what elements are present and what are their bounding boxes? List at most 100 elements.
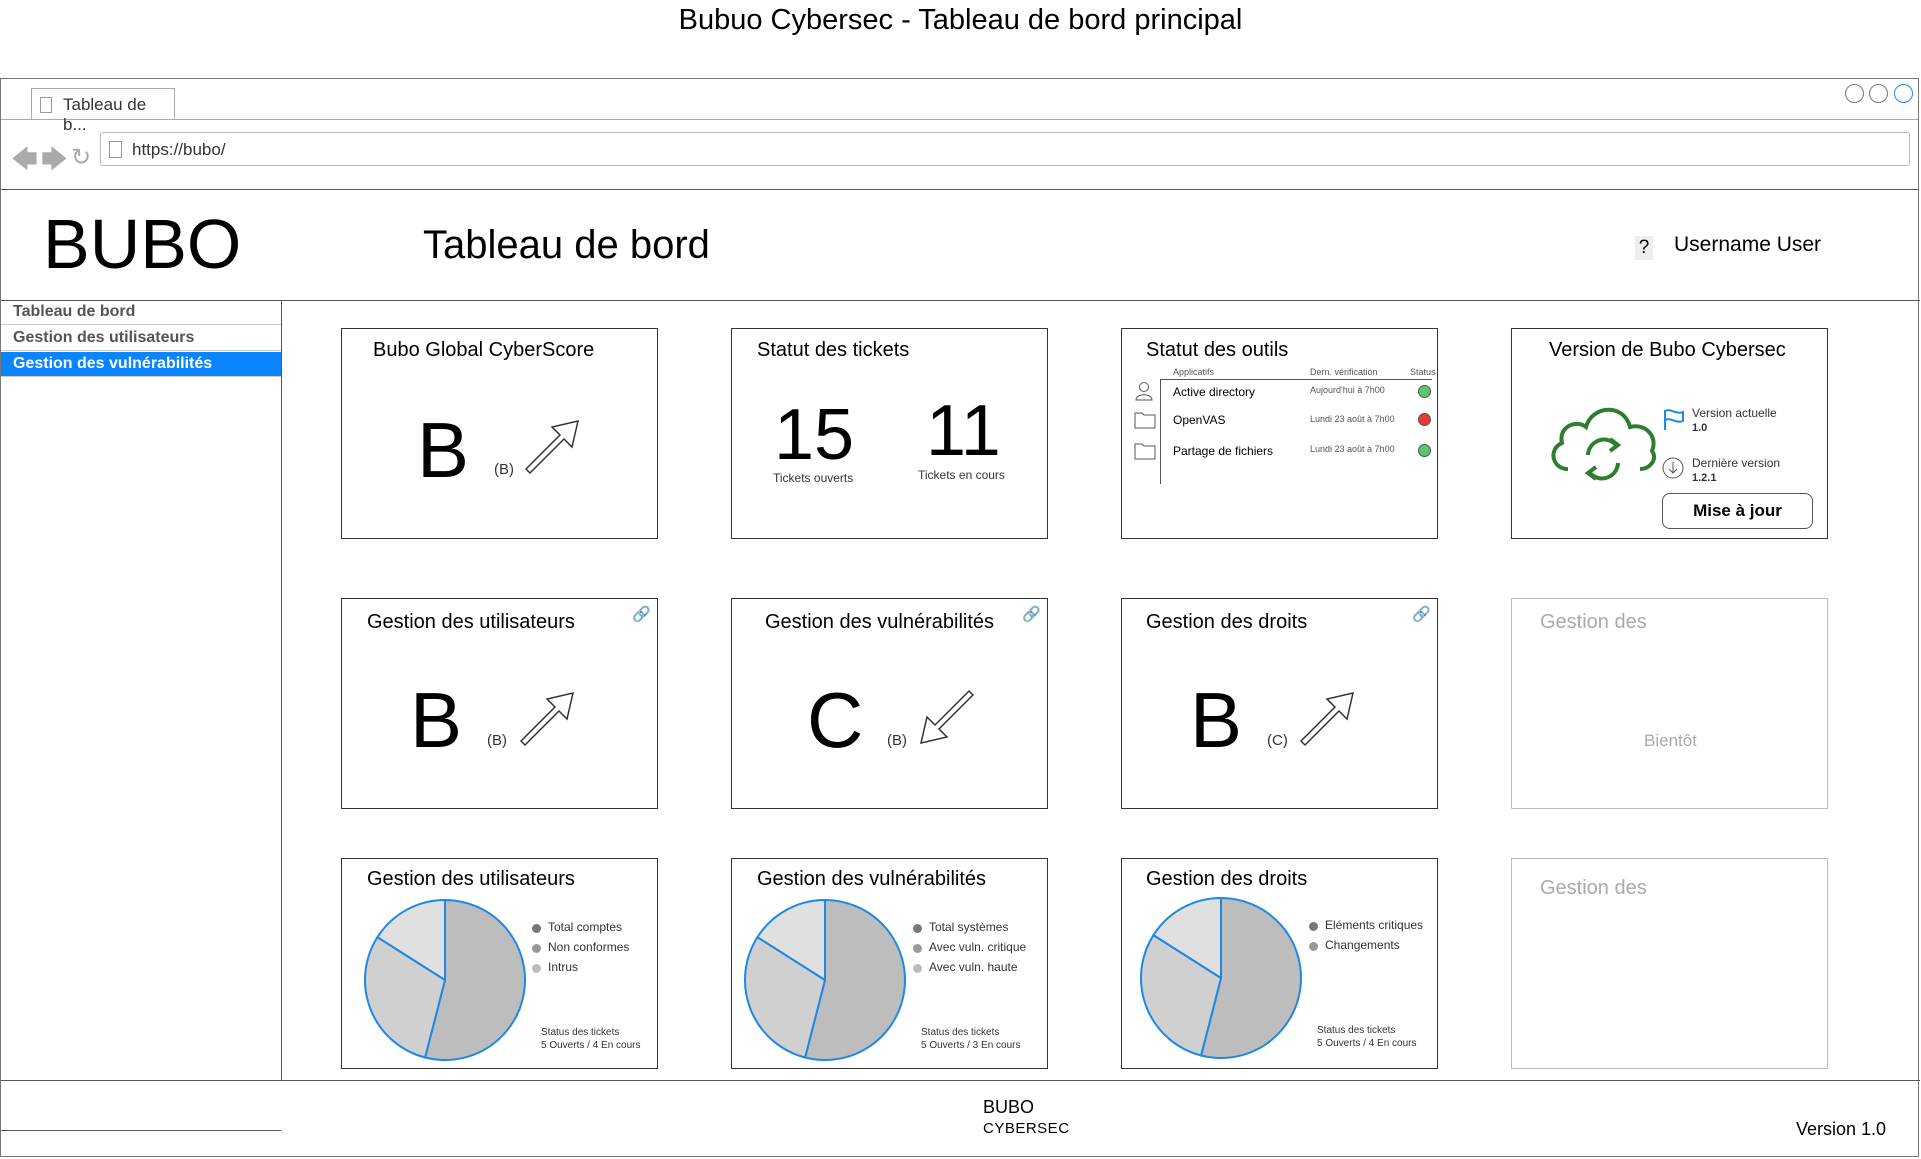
- ticket-status-value: 5 Ouverts / 4 En cours: [541, 1040, 641, 1051]
- folder-icon: [1134, 412, 1156, 429]
- current-version-label: Version actuelle: [1692, 406, 1777, 420]
- inprogress-tickets-count: 11: [926, 391, 1001, 471]
- header-title: Tableau de bord: [423, 223, 710, 267]
- footer-logo-bottom: CYBERSEC: [983, 1120, 1070, 1137]
- footer: BUBO CYBERSEC Version 1.0: [1, 1080, 1920, 1159]
- ticket-status-value: 5 Ouverts / 3 En cours: [921, 1040, 1021, 1051]
- ticket-status-label: Status des tickets: [921, 1027, 1000, 1038]
- ticket-status-label: Status des tickets: [1317, 1025, 1396, 1036]
- legend-dot: [532, 964, 541, 973]
- previous-grade: (B): [887, 732, 907, 749]
- card-title: Gestion des: [1540, 877, 1647, 899]
- card-title: Version de Bubo Cybersec: [1549, 339, 1786, 361]
- legend-dot: [913, 924, 922, 933]
- flag-icon: [1664, 409, 1684, 430]
- card-title: Statut des outils: [1146, 339, 1289, 361]
- legend-dot: [1309, 942, 1318, 951]
- reload-icon[interactable]: ↻: [71, 143, 91, 172]
- vulns-score-card[interactable]: Gestion des vulnérabilités 🔗 C (B): [731, 598, 1048, 809]
- table-divider: [1160, 379, 1432, 380]
- legend-dot: [532, 924, 541, 933]
- open-tickets-label: Tickets ouverts: [773, 471, 854, 485]
- download-icon: [1662, 457, 1684, 479]
- footer-logo-top: BUBO: [983, 1097, 1035, 1117]
- status-ok-icon: [1418, 444, 1431, 457]
- column-header: Dern. vérification: [1310, 367, 1378, 377]
- legend-label: Total comptes: [548, 920, 623, 934]
- page-icon: [109, 141, 122, 158]
- card-title: Gestion des vulnérabilités: [757, 868, 987, 890]
- rights-pie-chart: [1140, 896, 1302, 1059]
- back-icon[interactable]: 🡄: [11, 141, 38, 185]
- maximize-icon[interactable]: [1869, 84, 1888, 103]
- url-field[interactable]: https://bubo/: [100, 132, 1910, 166]
- logo: BUBO: [43, 205, 242, 283]
- rights-pie-card[interactable]: Gestion des droits Eléments critiques Ch…: [1121, 858, 1438, 1069]
- footer-version: Version 1.0: [1796, 1119, 1887, 1139]
- grade: B: [410, 676, 463, 764]
- tool-last-check: Lundi 23 août à 7h00: [1310, 444, 1395, 454]
- card-title: Gestion des utilisateurs: [367, 868, 575, 890]
- page-icon: [40, 97, 52, 113]
- legend-label: Non conformes: [548, 940, 630, 954]
- current-version-value: 1.0: [1692, 422, 1708, 434]
- browser-tab[interactable]: Tableau de b...: [31, 88, 175, 134]
- close-icon[interactable]: [1894, 84, 1913, 103]
- column-header: Applicatifs: [1173, 367, 1215, 377]
- vulns-pie-chart: [744, 898, 906, 1061]
- card-title: Bubo Global CyberScore: [373, 339, 595, 361]
- sidebar: Tableau de bord Gestion des utilisateurs…: [1, 300, 282, 1131]
- cyberscore-card[interactable]: Bubo Global CyberScore B (B): [341, 328, 658, 539]
- page-title: Bubuo Cybersec - Tableau de bord princip…: [678, 4, 1243, 36]
- latest-version-value: 1.2.1: [1692, 472, 1717, 484]
- legend-label: Avec vuln. critique: [929, 940, 1027, 954]
- card-title: Statut des tickets: [757, 339, 910, 361]
- trend-up-icon: [524, 419, 580, 475]
- sidebar-item-dashboard[interactable]: Tableau de bord: [1, 300, 281, 325]
- sidebar-item-vulnerabilities[interactable]: Gestion des vulnérabilités: [1, 352, 281, 377]
- status-ok-icon: [1418, 385, 1431, 398]
- sidebar-item-users[interactable]: Gestion des utilisateurs: [1, 326, 281, 351]
- column-header: Status: [1410, 367, 1436, 377]
- tickets-card[interactable]: Statut des tickets 15 Tickets ouverts 11…: [731, 328, 1048, 539]
- help-icon[interactable]: ?: [1635, 236, 1653, 260]
- link-icon[interactable]: 🔗: [632, 605, 651, 623]
- rights-score-card[interactable]: Gestion des droits 🔗 B (C): [1121, 598, 1438, 809]
- coming-soon-card: Gestion des: [1511, 858, 1828, 1069]
- legend-dot: [913, 964, 922, 973]
- cloud-sync-icon: [1551, 407, 1657, 481]
- legend-label: Eléments critiques: [1325, 918, 1424, 932]
- tool-name: Active directory: [1173, 385, 1256, 399]
- url-text: https://bubo/: [132, 140, 226, 159]
- minimize-icon[interactable]: [1845, 84, 1864, 103]
- link-icon[interactable]: 🔗: [1022, 605, 1041, 623]
- status-error-icon: [1418, 413, 1431, 426]
- app-header: BUBO Tableau de bord ? Username User: [1, 190, 1920, 301]
- forward-icon[interactable]: 🡆: [41, 141, 68, 185]
- latest-version-label: Dernière version: [1692, 456, 1781, 470]
- users-score-card[interactable]: Gestion des utilisateurs 🔗 B (B): [341, 598, 658, 809]
- tools-card[interactable]: Statut des outils Applicatifs Dern. véri…: [1121, 328, 1438, 539]
- browser-window: Tableau de b... 🡄 🡆 ↻ https://bubo/ BUBO…: [0, 78, 1920, 1159]
- card-title: Gestion des droits: [1146, 611, 1308, 633]
- user-icon: [1135, 382, 1153, 401]
- user-menu[interactable]: Username User: [1674, 233, 1821, 257]
- card-title: Gestion des: [1540, 611, 1647, 633]
- grade: B: [1190, 676, 1243, 764]
- version-card[interactable]: Version de Bubo Cybersec Version actuell…: [1511, 328, 1828, 539]
- vulns-pie-card[interactable]: Gestion des vulnérabilités Total système…: [731, 858, 1048, 1069]
- legend-dot: [532, 944, 541, 953]
- legend-label: Total systèmes: [929, 920, 1009, 934]
- legend-label: Changements: [1325, 938, 1400, 952]
- update-button[interactable]: Mise à jour: [1662, 493, 1813, 529]
- card-title: Gestion des droits: [1146, 868, 1308, 890]
- previous-grade: (C): [1267, 732, 1288, 749]
- table-divider: [1160, 379, 1161, 484]
- users-pie-card[interactable]: Gestion des utilisateurs Total comptes N…: [341, 858, 658, 1069]
- link-icon[interactable]: 🔗: [1412, 605, 1431, 623]
- legend-dot: [913, 944, 922, 953]
- tool-last-check: Aujourd'hui à 7h00: [1310, 385, 1385, 395]
- legend-label: Intrus: [548, 960, 579, 974]
- card-title: Gestion des utilisateurs: [367, 611, 575, 633]
- coming-soon-text: Bientôt: [1644, 731, 1697, 750]
